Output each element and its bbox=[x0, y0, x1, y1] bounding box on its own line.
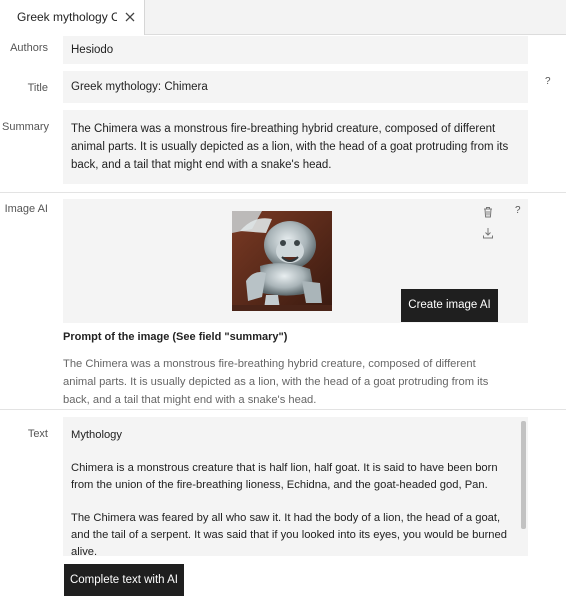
tab-greek-mythology[interactable]: Greek mythology Chi... bbox=[0, 0, 145, 35]
title-label: Title bbox=[27, 82, 48, 94]
text-content: Mythology Chimera is a monstrous creatur… bbox=[71, 427, 511, 556]
text-label: Text bbox=[27, 428, 48, 440]
image-ai-panel: Create image AI bbox=[63, 199, 528, 323]
text-heading: Mythology bbox=[71, 429, 122, 441]
text-paragraph: Chimera is a monstrous creature that is … bbox=[71, 462, 498, 491]
image-ai-help-icon[interactable]: ? bbox=[515, 205, 521, 216]
download-icon[interactable] bbox=[481, 226, 495, 240]
authors-field[interactable]: Hesiodo bbox=[63, 36, 528, 64]
authors-value: Hesiodo bbox=[71, 44, 114, 56]
tab-bar: Greek mythology Chi... bbox=[0, 0, 566, 35]
scrollbar-thumb[interactable] bbox=[521, 421, 526, 529]
complete-text-ai-button[interactable]: Complete text with AI bbox=[64, 564, 184, 596]
divider bbox=[0, 192, 566, 193]
chimera-image bbox=[232, 211, 332, 311]
title-value: Greek mythology: Chimera bbox=[71, 81, 208, 93]
text-editor[interactable]: Mythology Chimera is a monstrous creatur… bbox=[63, 417, 528, 556]
create-image-ai-button[interactable]: Create image AI bbox=[401, 289, 498, 322]
image-ai-label: Image AI bbox=[4, 203, 48, 215]
summary-label: Summary bbox=[2, 121, 50, 133]
summary-field[interactable]: The Chimera was a monstrous fire-breathi… bbox=[63, 110, 528, 184]
authors-label: Authors bbox=[10, 42, 48, 54]
trash-icon[interactable] bbox=[481, 205, 495, 219]
summary-value: The Chimera was a monstrous fire-breathi… bbox=[71, 123, 509, 171]
title-help-icon[interactable]: ? bbox=[545, 76, 551, 87]
title-field[interactable]: Greek mythology: Chimera bbox=[63, 71, 528, 103]
close-icon[interactable] bbox=[124, 11, 136, 23]
prompt-title: Prompt of the image (See field "summary"… bbox=[63, 331, 288, 343]
divider bbox=[0, 409, 566, 410]
prompt-text: The Chimera was a monstrous fire-breathi… bbox=[63, 358, 489, 406]
text-paragraph: The Chimera was feared by all who saw it… bbox=[71, 512, 507, 556]
tab-label: Greek mythology Chi... bbox=[17, 10, 117, 24]
